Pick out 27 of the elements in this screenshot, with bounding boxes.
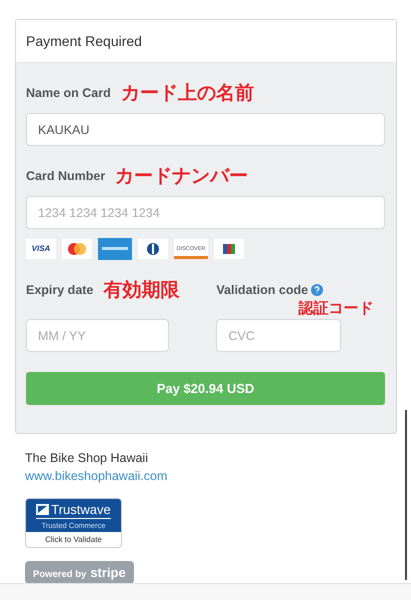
annotation-text: カード上の名前 <box>120 81 254 106</box>
powered-by-badge[interactable]: Powered by stripe <box>25 561 134 584</box>
input-field[interactable]: CVC <box>216 319 342 352</box>
input-field[interactable]: MM / YY <box>26 319 169 352</box>
field-label: Card Number <box>26 169 106 183</box>
triangle-flag-icon <box>36 504 50 515</box>
input-field[interactable]: 1234 1234 1234 1234 <box>26 196 385 229</box>
input-field[interactable]: KAUKAU <box>26 113 385 146</box>
field-label: Validation code <box>216 283 308 297</box>
field-label: Name on Card <box>26 86 111 100</box>
annotation-text: カードナンバー <box>115 164 248 189</box>
badge-brand: stripe <box>90 565 126 580</box>
badge-prefix: Powered by <box>33 569 86 580</box>
field-label: Expiry date <box>26 283 94 297</box>
badge-action: Click to Validate <box>44 534 103 546</box>
card-brand-logo: VISA <box>26 239 56 259</box>
shop-name: The Bike Shop Hawaii <box>25 451 148 465</box>
stripes-icon <box>214 239 244 259</box>
pay-button[interactable]: Pay $20.94 USD <box>26 372 385 405</box>
annotation-text: 認証コード <box>298 300 374 317</box>
annotation-text: 有効期限 <box>103 278 180 303</box>
panel-title: Payment Required <box>26 33 142 49</box>
card-icon <box>98 238 132 260</box>
help-icon[interactable] <box>311 284 324 296</box>
badge-brand: Trustwave <box>51 502 111 517</box>
shop-link[interactable]: www.bikeshophawaii.com <box>25 469 168 483</box>
overlapping-circles-icon <box>62 239 92 259</box>
